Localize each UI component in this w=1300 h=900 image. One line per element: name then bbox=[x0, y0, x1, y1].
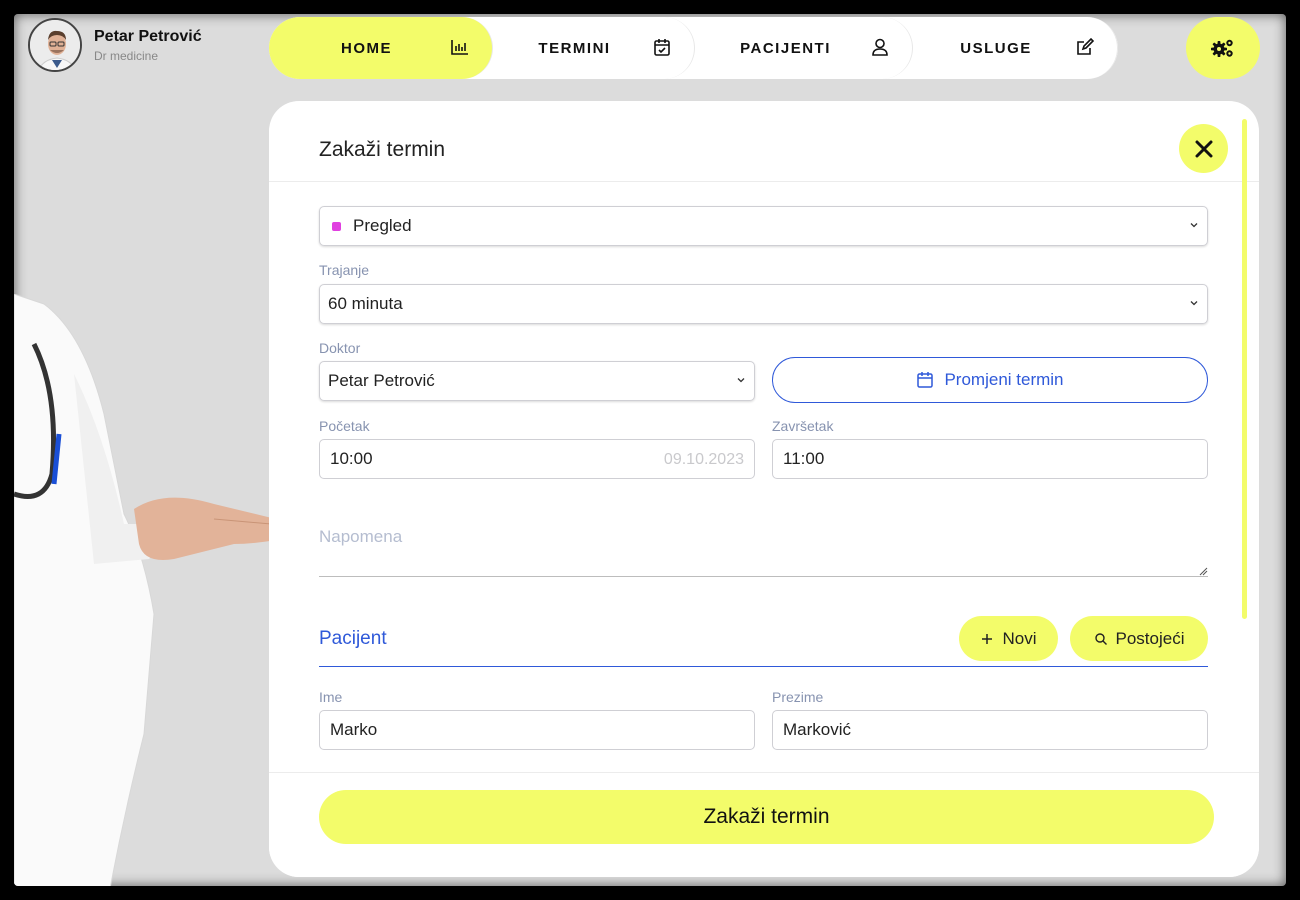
nav-usluge-label: USLUGE bbox=[960, 39, 1032, 57]
nav-pacijenti[interactable]: PACIJENTI bbox=[695, 17, 913, 79]
gears-icon bbox=[1211, 39, 1233, 57]
calendar-check-icon bbox=[652, 37, 672, 57]
modal-title: Zakaži termin bbox=[319, 138, 446, 161]
first-name-input[interactable]: Marko bbox=[319, 710, 755, 750]
last-name-input[interactable]: Marković bbox=[772, 710, 1208, 750]
start-date-hint: 09.10.2023 bbox=[663, 451, 744, 468]
profile-role: Dr medicine bbox=[94, 48, 159, 63]
new-patient-label: Novi bbox=[1002, 628, 1037, 648]
nav-home[interactable]: HOME bbox=[269, 17, 493, 79]
nav-termini-label: TERMINI bbox=[538, 39, 611, 57]
avatar bbox=[28, 18, 82, 72]
start-time-value: 10:00 bbox=[330, 449, 373, 468]
doctor-value: Petar Petrović bbox=[328, 371, 435, 390]
duration-select[interactable]: 60 minuta bbox=[319, 284, 1208, 324]
nav-home-label: HOME bbox=[341, 39, 392, 57]
new-patient-button[interactable]: Novi bbox=[959, 616, 1058, 661]
avatar-image bbox=[30, 20, 80, 70]
calendar-icon bbox=[917, 372, 934, 388]
user-profile[interactable]: Petar Petrović Dr medicine bbox=[28, 18, 202, 72]
search-icon bbox=[1094, 632, 1107, 645]
last-name-label: Prezime bbox=[772, 689, 824, 705]
close-icon bbox=[1195, 140, 1212, 157]
plus-icon bbox=[982, 633, 993, 644]
start-time-input[interactable]: 10:00 09.10.2023 bbox=[319, 439, 755, 479]
resize-handle-icon[interactable] bbox=[1199, 567, 1208, 576]
start-label: Početak bbox=[319, 418, 370, 434]
doctor-label: Doktor bbox=[319, 340, 361, 356]
end-label: Završetak bbox=[772, 418, 834, 434]
appointment-type-value: Pregled bbox=[353, 216, 412, 235]
main-nav: HOME TERMINI PACIJENTI USLUGE bbox=[269, 17, 1118, 79]
nav-pacijenti-label: PACIJENTI bbox=[740, 39, 831, 57]
first-name-label: Ime bbox=[319, 689, 343, 705]
patient-section-title: Pacijent bbox=[319, 628, 387, 649]
submit-appointment-button[interactable]: Zakaži termin bbox=[319, 790, 1214, 844]
duration-value: 60 minuta bbox=[328, 294, 403, 313]
chevron-down-icon bbox=[1190, 223, 1198, 228]
existing-patient-label: Postojeći bbox=[1115, 628, 1185, 648]
bar-chart-icon bbox=[450, 37, 470, 57]
edit-icon bbox=[1075, 37, 1095, 57]
scrollbar[interactable] bbox=[1242, 119, 1247, 619]
close-button[interactable] bbox=[1179, 124, 1228, 173]
schedule-appointment-modal: Zakaži termin Pregled Trajanje 60 minuta… bbox=[269, 101, 1259, 877]
type-color-dot bbox=[332, 221, 341, 231]
section-divider bbox=[319, 666, 1208, 667]
chevron-down-icon bbox=[737, 378, 745, 383]
end-time-input[interactable]: 11:00 bbox=[772, 439, 1208, 479]
existing-patient-button[interactable]: Postojeći bbox=[1070, 616, 1208, 661]
first-name-value: Marko bbox=[330, 720, 378, 739]
doctor-select[interactable]: Petar Petrović bbox=[319, 361, 755, 401]
app-frame: Petar Petrović Dr medicine HOME TERMINI … bbox=[14, 14, 1286, 886]
settings-button[interactable] bbox=[1186, 17, 1260, 79]
nav-termini[interactable]: TERMINI bbox=[493, 17, 695, 79]
chevron-down-icon bbox=[1190, 301, 1198, 306]
user-icon bbox=[870, 37, 890, 57]
change-appointment-label: Promjeni termin bbox=[944, 370, 1064, 389]
submit-label: Zakaži termin bbox=[703, 805, 830, 828]
last-name-value: Marković bbox=[783, 720, 852, 739]
appointment-type-select[interactable]: Pregled bbox=[319, 206, 1208, 246]
nav-usluge[interactable]: USLUGE bbox=[913, 17, 1118, 79]
duration-label: Trajanje bbox=[319, 262, 370, 278]
change-appointment-button[interactable]: Promjeni termin bbox=[772, 357, 1208, 403]
end-time-value: 11:00 bbox=[783, 449, 825, 468]
note-underline bbox=[319, 576, 1208, 577]
modal-header: Zakaži termin bbox=[269, 101, 1259, 182]
profile-name: Petar Petrović bbox=[94, 27, 202, 45]
note-textarea[interactable]: Napomena bbox=[319, 527, 402, 547]
